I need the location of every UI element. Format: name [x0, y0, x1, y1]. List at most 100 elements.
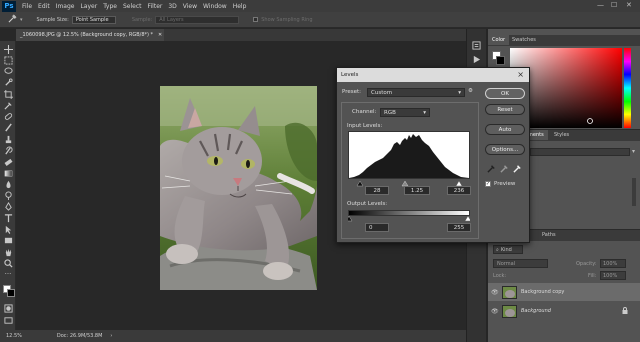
screen-mode-icon[interactable] [3, 315, 13, 325]
history-brush-icon[interactable] [3, 145, 13, 155]
lock-icon [622, 306, 628, 316]
maximize-button[interactable]: ☐ [611, 1, 617, 9]
eyedropper-icon[interactable] [3, 100, 13, 110]
channel-select[interactable]: RGB ▾ [380, 108, 430, 117]
filter-kind-select[interactable]: ⌕ Kind [493, 245, 523, 254]
document-size: Doc: 26.9M/53.8M [56, 333, 103, 339]
preview-label: Preview [494, 181, 516, 187]
search-icon: ⌕ [496, 246, 499, 253]
output-white-field[interactable]: 255 [447, 223, 471, 232]
menu-help[interactable]: Help [233, 3, 247, 10]
sample-size-select[interactable]: Point Sample [71, 15, 116, 24]
actions-panel-icon[interactable] [472, 55, 481, 66]
background-color-swatch[interactable] [7, 289, 15, 297]
chevron-down-icon[interactable]: ▾ [632, 148, 635, 155]
reset-button[interactable]: Reset [485, 104, 525, 115]
gradient-tool-icon[interactable] [3, 168, 13, 178]
dodge-tool-icon[interactable] [3, 190, 13, 200]
crop-tool-icon[interactable] [3, 89, 13, 99]
move-tool-icon[interactable] [3, 44, 13, 54]
zoom-level[interactable]: 12.5% [6, 333, 22, 339]
status-menu-icon[interactable]: › [110, 333, 112, 339]
pen-tool-icon[interactable] [3, 201, 13, 211]
quick-select-tool-icon[interactable] [3, 77, 13, 87]
menu-image[interactable]: Image [56, 3, 75, 10]
ok-button[interactable]: OK [485, 88, 525, 99]
white-eyedropper-icon[interactable] [513, 164, 522, 175]
tab-color[interactable]: Color [488, 35, 510, 45]
close-icon[interactable]: × [517, 70, 524, 79]
menu-file[interactable]: File [22, 3, 32, 10]
healing-brush-icon[interactable] [3, 111, 13, 121]
tab-paths[interactable]: Paths [538, 230, 560, 240]
menu-3d[interactable]: 3D [168, 3, 176, 10]
history-panel-icon[interactable] [472, 41, 481, 52]
blend-mode-select[interactable]: Normal [493, 259, 548, 268]
scrollbar[interactable] [632, 178, 636, 206]
preview-checkbox[interactable]: ✓ [485, 181, 491, 187]
hand-tool-icon[interactable] [3, 247, 13, 257]
path-select-tool-icon[interactable] [3, 224, 13, 234]
levels-title-bar[interactable]: Levels × [337, 68, 529, 82]
input-white-value: 236 [453, 187, 465, 194]
rectangle-tool-icon[interactable] [3, 235, 13, 245]
close-tab-icon[interactable]: ✕ [158, 32, 162, 38]
preset-value: Custom [371, 89, 393, 96]
brush-tool-icon[interactable] [3, 122, 13, 132]
auto-button[interactable]: Auto [485, 124, 525, 135]
quick-mask-icon[interactable] [3, 303, 13, 313]
fill-input[interactable]: 100% [600, 271, 626, 280]
blend-mode-value: Normal [497, 260, 516, 267]
black-eyedropper-icon[interactable] [487, 164, 496, 175]
tab-swatches[interactable]: Swatches [508, 35, 540, 45]
preset-select[interactable]: Custom ▾ [367, 88, 465, 97]
layer-thumbnail [502, 304, 517, 318]
layer-row-background-copy[interactable]: 👁 Background copy [488, 283, 640, 301]
visibility-eye-icon[interactable]: 👁 [491, 308, 499, 315]
tab-styles[interactable]: Styles [550, 130, 573, 140]
layer-row-background[interactable]: 👁 Background [488, 302, 640, 320]
eyedropper-tool-icon[interactable] [8, 14, 18, 25]
menu-filter[interactable]: Filter [148, 3, 163, 10]
layer-name[interactable]: Background [521, 308, 551, 314]
menu-select[interactable]: Select [123, 3, 142, 10]
close-window-button[interactable]: ✕ [626, 1, 632, 9]
options-button[interactable]: Options... [485, 144, 525, 155]
menu-edit[interactable]: Edit [38, 3, 50, 10]
layer-name[interactable]: Background copy [521, 289, 564, 295]
color-panel-background-swatch[interactable] [496, 56, 505, 65]
preset-options-gear-icon[interactable]: ⚙ [468, 88, 473, 94]
more-tools-icon[interactable]: ··· [3, 269, 13, 279]
input-black-field[interactable]: 28 [365, 186, 389, 195]
adjustments-dropdown[interactable] [530, 148, 630, 156]
hue-slider[interactable] [624, 48, 631, 128]
input-white-field[interactable]: 236 [447, 186, 471, 195]
opacity-input[interactable]: 100% [600, 259, 626, 268]
tool-preset-dropdown-icon[interactable]: ▾ [20, 17, 23, 23]
eraser-tool-icon[interactable] [3, 156, 13, 166]
menu-view[interactable]: View [183, 3, 197, 10]
sample-size-value: Point Sample [75, 16, 109, 23]
menu-layer[interactable]: Layer [80, 3, 97, 10]
lasso-tool-icon[interactable] [3, 66, 13, 76]
clone-stamp-icon[interactable] [3, 134, 13, 144]
output-black-field[interactable]: 0 [365, 223, 389, 232]
histogram [348, 131, 470, 179]
zoom-tool-icon[interactable] [3, 258, 13, 268]
marquee-tool-icon[interactable] [3, 55, 13, 65]
minimize-button[interactable]: — [597, 1, 604, 9]
tools-panel: ··· [0, 41, 16, 330]
output-levels-slider[interactable] [345, 215, 472, 222]
visibility-eye-icon[interactable]: 👁 [491, 289, 499, 296]
gray-eyedropper-icon[interactable] [500, 164, 509, 175]
input-gamma-field[interactable]: 1.25 [404, 186, 430, 195]
document-image[interactable] [160, 86, 317, 290]
menu-window[interactable]: Window [203, 3, 227, 10]
menu-type[interactable]: Type [103, 3, 117, 10]
menu-bar: Ps File Edit Image Layer Type Select Fil… [0, 0, 640, 12]
sample-select[interactable]: All Layers [155, 15, 240, 24]
blur-tool-icon[interactable] [3, 179, 13, 189]
type-tool-icon[interactable] [3, 213, 13, 223]
show-sampling-ring-checkbox[interactable] [253, 17, 259, 22]
document-tab[interactable]: _1060098.JPG @ 12.5% (Background copy, R… [16, 29, 164, 41]
